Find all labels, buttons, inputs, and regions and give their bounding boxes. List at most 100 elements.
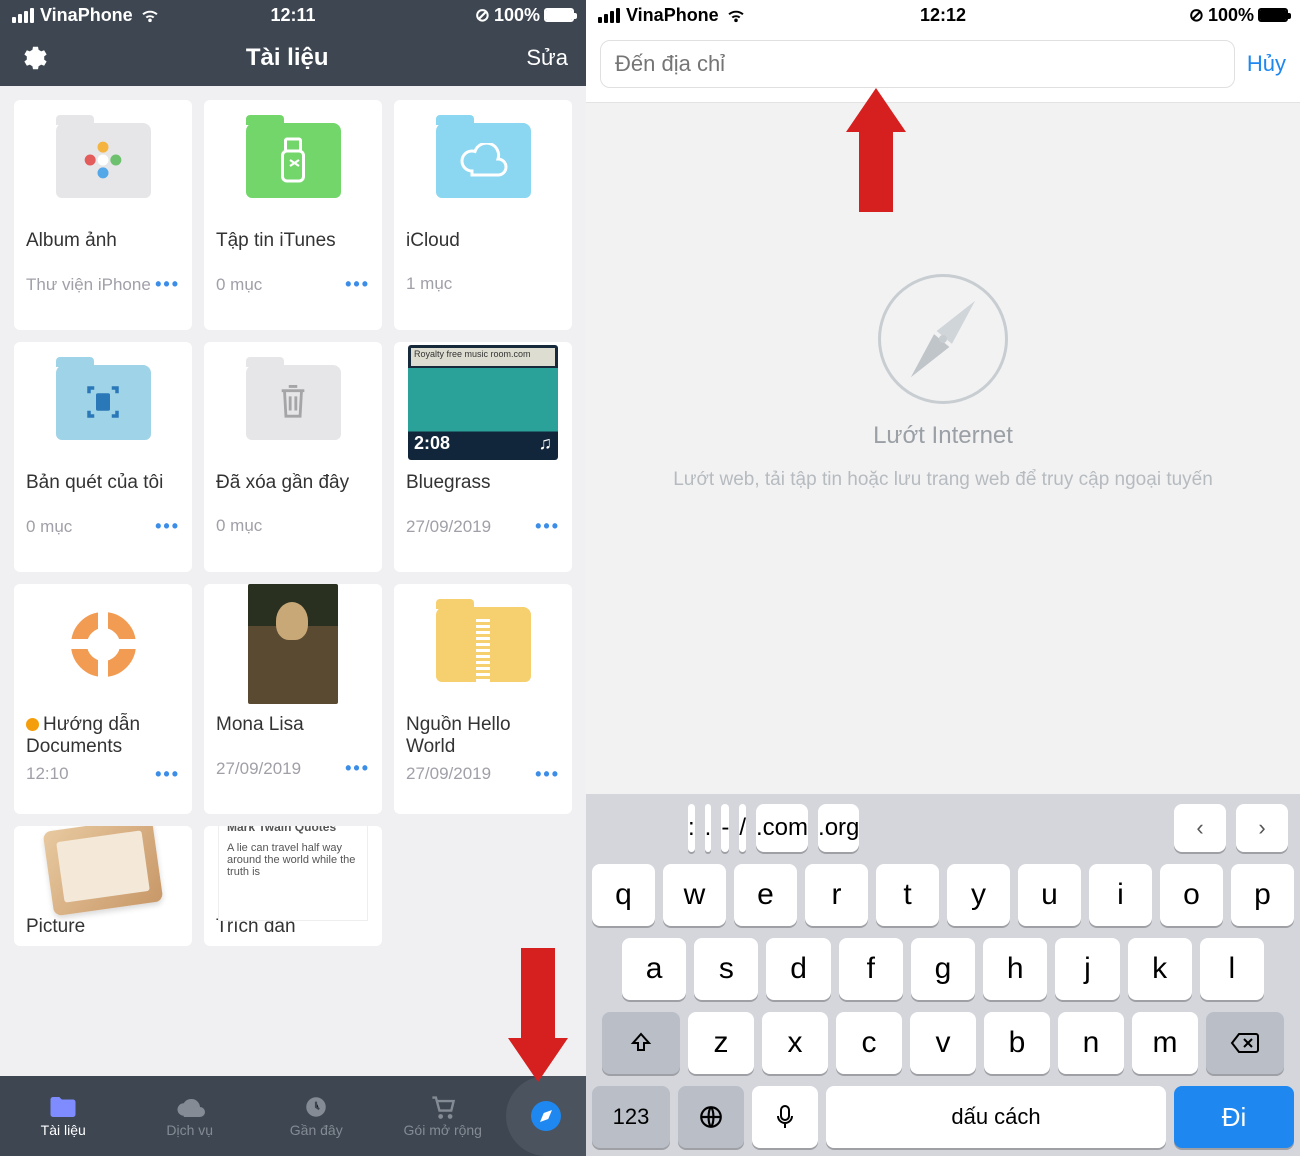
key-v[interactable]: v xyxy=(910,1012,976,1074)
documents-grid: Album ảnh Thư viện iPhone••• Tập tin iTu… xyxy=(0,86,586,1076)
key-backspace[interactable] xyxy=(1206,1012,1284,1074)
globe-icon xyxy=(698,1104,724,1130)
key-z[interactable]: z xyxy=(688,1012,754,1074)
key-o[interactable]: o xyxy=(1160,864,1223,926)
tile-guide[interactable]: Hướng dẫn Documents 12:10••• xyxy=(14,584,192,814)
address-input[interactable] xyxy=(600,40,1235,88)
key-e[interactable]: e xyxy=(734,864,797,926)
key-colon[interactable]: : xyxy=(688,804,695,852)
key-a[interactable]: a xyxy=(622,938,686,1000)
orientation-lock-icon: ⊘ xyxy=(1189,5,1204,26)
more-icon[interactable]: ••• xyxy=(345,274,370,295)
more-icon[interactable]: ••• xyxy=(535,764,560,785)
key-n[interactable]: n xyxy=(1058,1012,1124,1074)
mic-icon xyxy=(775,1104,795,1130)
zip-icon xyxy=(476,619,490,685)
more-icon[interactable]: ••• xyxy=(535,516,560,537)
tile-sub: 12:10 xyxy=(26,764,69,784)
tile-title: Album ảnh xyxy=(14,220,192,268)
key-go[interactable]: Đi xyxy=(1174,1086,1294,1148)
key-r[interactable]: r xyxy=(805,864,868,926)
tile-picture[interactable]: Picture xyxy=(14,826,192,946)
key-dash[interactable]: - xyxy=(721,804,729,852)
quote-thumb: Mark Twain QuotesA lie can travel half w… xyxy=(218,826,368,921)
tile-scans[interactable]: Bản quét của tôi 0 mục••• xyxy=(14,342,192,572)
tab-addons[interactable]: Gói mở rộng xyxy=(380,1076,507,1156)
key-prev[interactable]: ‹ xyxy=(1174,804,1226,852)
empty-subtitle: Lướt web, tải tập tin hoặc lưu trang web… xyxy=(673,468,1213,493)
tile-itunes[interactable]: Tập tin iTunes 0 mục••• xyxy=(204,100,382,330)
key-j[interactable]: j xyxy=(1055,938,1119,1000)
key-x[interactable]: x xyxy=(762,1012,828,1074)
key-d[interactable]: d xyxy=(766,938,830,1000)
tile-icloud[interactable]: iCloud 1 mục xyxy=(394,100,572,330)
lifebuoy-icon xyxy=(71,612,136,677)
tab-browser[interactable] xyxy=(506,1076,586,1156)
tile-album[interactable]: Album ảnh Thư viện iPhone••• xyxy=(14,100,192,330)
key-mic[interactable] xyxy=(752,1086,818,1148)
key-shift[interactable] xyxy=(602,1012,680,1074)
key-h[interactable]: h xyxy=(983,938,1047,1000)
key-org[interactable]: .org xyxy=(818,804,859,852)
tile-title: Đã xóa gần đây xyxy=(204,462,382,510)
key-w[interactable]: w xyxy=(663,864,726,926)
tile-sub: 0 mục xyxy=(216,275,262,295)
tile-helloworld[interactable]: Nguồn Hello World 27/09/2019••• xyxy=(394,584,572,814)
backspace-icon xyxy=(1230,1032,1260,1054)
video-thumb: Royalty free music room.com2:08♫ xyxy=(408,345,558,460)
tile-title: Mona Lisa xyxy=(204,704,382,752)
key-i[interactable]: i xyxy=(1089,864,1152,926)
key-m[interactable]: m xyxy=(1132,1012,1198,1074)
browser-empty-state: Lướt Internet Lướt web, tải tập tin hoặc… xyxy=(586,103,1300,663)
empty-title: Lướt Internet xyxy=(873,422,1013,450)
keyboard: : . - / .com .org ‹ › q w e r t y u i o … xyxy=(586,794,1300,1156)
unread-dot-icon xyxy=(26,718,39,731)
status-bar-right: VinaPhone 12:12 ⊘ 100% xyxy=(586,0,1300,30)
tile-bluegrass[interactable]: Royalty free music room.com2:08♫ Bluegra… xyxy=(394,342,572,572)
edit-button[interactable]: Sửa xyxy=(526,45,568,71)
key-f[interactable]: f xyxy=(839,938,903,1000)
key-c[interactable]: c xyxy=(836,1012,902,1074)
key-b[interactable]: b xyxy=(984,1012,1050,1074)
key-s[interactable]: s xyxy=(694,938,758,1000)
folder-icon xyxy=(48,1094,78,1120)
key-q[interactable]: q xyxy=(592,864,655,926)
signal-icon xyxy=(12,8,34,23)
tile-sub: 27/09/2019 xyxy=(216,759,301,779)
key-g[interactable]: g xyxy=(911,938,975,1000)
address-bar-row: Hủy xyxy=(586,30,1300,103)
more-icon[interactable]: ••• xyxy=(345,758,370,779)
tab-services[interactable]: Dịch vụ xyxy=(127,1076,254,1156)
tab-recent[interactable]: Gần đây xyxy=(253,1076,380,1156)
key-t[interactable]: t xyxy=(876,864,939,926)
page-title: Tài liệu xyxy=(246,44,329,72)
battery-icon xyxy=(1258,8,1288,22)
more-icon[interactable]: ••• xyxy=(155,764,180,785)
tile-quotes[interactable]: Mark Twain QuotesA lie can travel half w… xyxy=(204,826,382,946)
clock: 12:12 xyxy=(828,5,1058,26)
more-icon[interactable]: ••• xyxy=(155,274,180,295)
tile-monalisa[interactable]: Mona Lisa 27/09/2019 ••• xyxy=(204,584,382,814)
key-next[interactable]: › xyxy=(1236,804,1288,852)
key-space[interactable]: dấu cách xyxy=(826,1086,1166,1148)
video-duration: 2:08 xyxy=(414,433,450,454)
clock-icon xyxy=(301,1094,331,1120)
key-slash[interactable]: / xyxy=(739,804,746,852)
tile-trash[interactable]: Đã xóa gần đây 0 mục xyxy=(204,342,382,572)
gear-icon[interactable] xyxy=(18,43,48,73)
cancel-button[interactable]: Hủy xyxy=(1247,51,1286,77)
tab-documents[interactable]: Tài liệu xyxy=(0,1076,127,1156)
key-period[interactable]: . xyxy=(705,804,712,852)
key-u[interactable]: u xyxy=(1018,864,1081,926)
key-y[interactable]: y xyxy=(947,864,1010,926)
key-p[interactable]: p xyxy=(1231,864,1294,926)
more-icon[interactable]: ••• xyxy=(155,516,180,537)
key-k[interactable]: k xyxy=(1128,938,1192,1000)
tile-sub: 0 mục xyxy=(26,517,72,537)
key-l[interactable]: l xyxy=(1200,938,1264,1000)
carrier-label: VinaPhone xyxy=(626,5,719,26)
key-123[interactable]: 123 xyxy=(592,1086,670,1148)
key-com[interactable]: .com xyxy=(756,804,808,852)
key-globe[interactable] xyxy=(678,1086,744,1148)
tile-title: Bluegrass xyxy=(394,462,572,510)
